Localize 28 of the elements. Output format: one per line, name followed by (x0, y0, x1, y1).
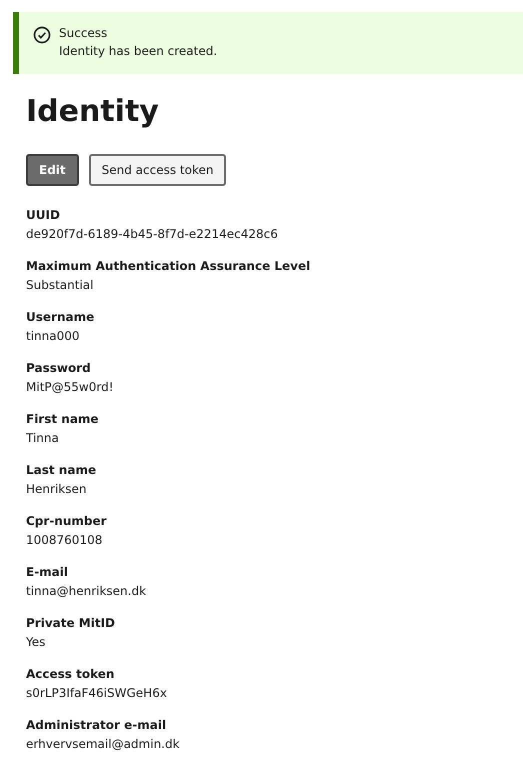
send-button[interactable]: Send access token (88, 154, 226, 186)
field-value: erhvervsemail@admin.dk (26, 736, 181, 753)
field-label: First name (26, 411, 100, 428)
field-label: Cpr-number (26, 513, 108, 530)
field-value: MitP@55w0rd! (26, 379, 114, 396)
field-label: Last name (26, 462, 98, 479)
page-heading: Identity (26, 94, 160, 130)
alert-title: Success (59, 25, 108, 42)
field-label: Maximum Authentication Assurance Level (26, 258, 312, 275)
field-value: Henriksen (26, 481, 88, 498)
field-value: de920f7d-6189-4b45-8f7d-e2214ec428c6 (26, 226, 279, 243)
field-label: Administrator e-mail (26, 717, 168, 734)
field-label: Password (26, 360, 92, 377)
field-value: Tinna (26, 430, 60, 447)
field-value: Substantial (26, 277, 94, 294)
field-label: Username (26, 309, 96, 326)
edit-button[interactable]: Edit (26, 154, 79, 186)
field-value: 1008760108 (26, 532, 104, 549)
field-value: tinna000 (26, 328, 81, 345)
alert-message: Identity has been created. (59, 43, 218, 60)
field-value: tinna@henriksen.dk (26, 583, 148, 600)
field-value: Yes (26, 634, 46, 651)
field-label: Private MitID (26, 615, 116, 632)
field-label: Access token (26, 666, 116, 683)
field-value: s0rLP3IfaF46iSWGeH6x (26, 685, 168, 702)
check-circle-icon (33, 26, 51, 44)
field-label: E-mail (26, 564, 70, 581)
field-label: UUID (26, 207, 61, 224)
